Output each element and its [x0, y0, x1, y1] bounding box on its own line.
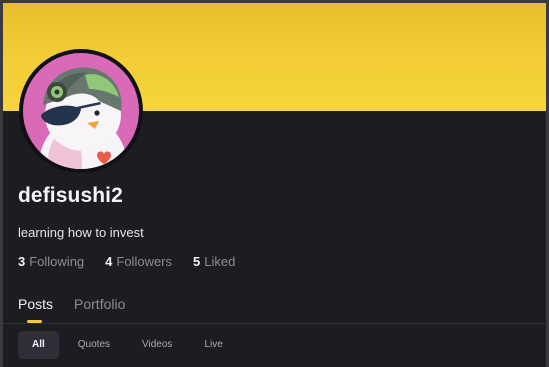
tab-portfolio-label: Portfolio — [74, 296, 126, 312]
bio: learning how to invest — [18, 225, 144, 240]
stat-followers-count: 4 — [105, 254, 113, 269]
username: defisushi2 — [18, 184, 123, 207]
stat-following-count: 3 — [18, 254, 26, 269]
stat-liked-label: Liked — [204, 254, 236, 269]
profile-page: defisushi2 learning how to invest 3 Follo… — [3, 3, 546, 367]
stat-following[interactable]: 3 Following — [18, 254, 84, 269]
avatar[interactable] — [19, 49, 143, 173]
filter-all[interactable]: All — [18, 331, 59, 359]
filter-videos[interactable]: Videos — [129, 331, 185, 359]
filter-quotes[interactable]: Quotes — [65, 331, 123, 359]
stat-following-label: Following — [29, 254, 85, 269]
post-filters: All Quotes Videos Live — [18, 331, 236, 359]
stat-liked-count: 5 — [193, 254, 201, 269]
filter-live[interactable]: Live — [191, 331, 235, 359]
stat-liked[interactable]: 5 Liked — [193, 254, 235, 269]
profile-tabs: Posts Portfolio — [18, 296, 125, 323]
penguin-avatar-icon — [23, 53, 139, 169]
tab-posts-label: Posts — [18, 296, 54, 312]
stat-followers-label: Followers — [116, 254, 173, 269]
stat-followers[interactable]: 4 Followers — [105, 254, 172, 269]
profile-stats: 3 Following 4 Followers 5 Liked — [18, 254, 235, 269]
tabs-divider — [3, 323, 546, 324]
tab-posts[interactable]: Posts — [18, 296, 54, 323]
tab-portfolio[interactable]: Portfolio — [74, 296, 125, 312]
